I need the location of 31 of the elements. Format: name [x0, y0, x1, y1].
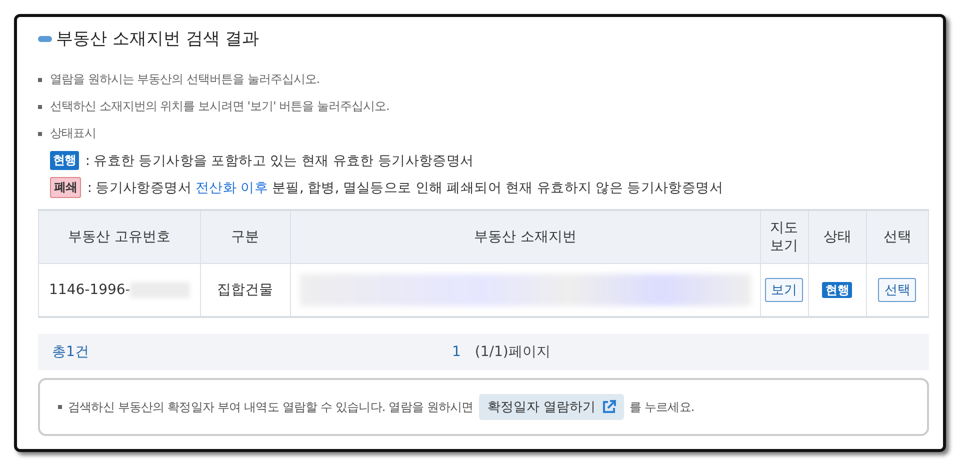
bullet-icon — [58, 405, 62, 409]
column-header: 선택 — [866, 210, 928, 264]
column-header: 구분 — [200, 210, 290, 264]
status-badge: 현행 — [50, 151, 80, 170]
page-link[interactable]: 1 — [452, 344, 461, 360]
status-badge: 폐쇄 — [50, 177, 82, 198]
column-header: 부동산 소재지번 — [290, 210, 760, 264]
title-marker-icon — [38, 36, 52, 42]
view-button[interactable]: 보기 — [765, 278, 804, 302]
link-text[interactable]: 전산화 이후 — [196, 180, 268, 196]
page-info: (1/1)페이지 — [474, 343, 550, 361]
column-header: 지도 보기 — [760, 210, 808, 264]
external-link-icon — [602, 400, 616, 414]
select-button[interactable]: 선택 — [878, 278, 916, 302]
notice-text: 검색하신 부동산의 확정일자 부여 내역도 열람할 수 있습니다. 열람을 원하시면 — [68, 398, 474, 416]
total-count: 총1건 — [52, 343, 90, 361]
column-header: 부동산 고유번호 — [38, 210, 200, 264]
bullet-icon — [38, 78, 42, 82]
legend-text: : 등기사항증명서 전산화 이후 분필, 합병, 멸실등으로 인해 폐쇄되어 현재 유효하지 않은 등기사항증명서 — [87, 178, 723, 196]
table-cell: 1146-1996- — [49, 282, 130, 298]
bullet-icon — [38, 132, 42, 136]
notice-text: 를 누르세요. — [630, 398, 694, 416]
status-badge: 현행 — [822, 282, 852, 298]
section-title: 부동산 소재지번 검색 결과 — [56, 28, 260, 50]
note-text: 열람을 원하시는 부동산의 선택버튼을 눌러주십시오. — [50, 71, 320, 88]
view-dates-button[interactable]: 확정일자 열람하기 — [479, 394, 624, 420]
bullet-icon — [38, 104, 42, 108]
legend-text: : 유효한 등기사항을 포함하고 있는 현재 유효한 등기사항증명서 — [85, 152, 474, 170]
note-text: 상태표시 — [50, 125, 96, 142]
column-header: 상태 — [808, 210, 866, 264]
note-text: 선택하신 소재지번의 위치를 보시려면 '보기' 버튼을 눌러주십시오. — [50, 98, 390, 115]
